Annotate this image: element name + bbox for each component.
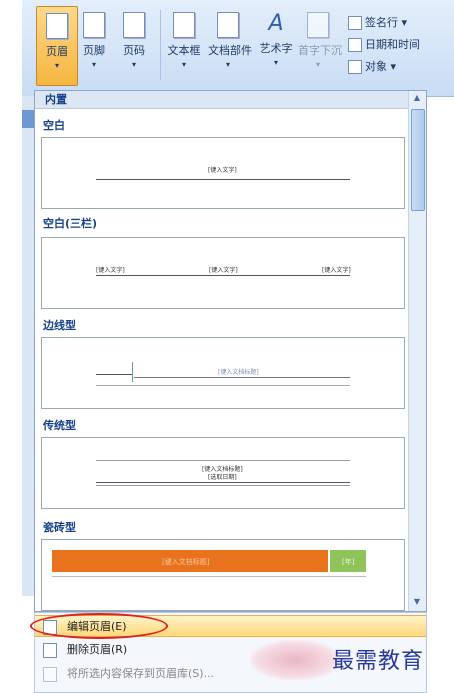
chevron-down-icon: ▾ [181, 60, 186, 69]
textbox-button[interactable]: 文本框 ▾ [164, 6, 204, 84]
object-button[interactable]: 对象 ▾ [348, 58, 396, 76]
wordart-button-label: 艺术字 [259, 42, 293, 55]
quick-parts-button-label: 文档部件 [208, 44, 252, 57]
signature-line-label: 签名行 ▾ [365, 16, 408, 29]
textbox-button-label: 文本框 [167, 44, 201, 57]
header-rule [96, 385, 350, 386]
save-to-gallery-icon [43, 667, 57, 682]
placeholder-text: [键入文档标题] [162, 558, 210, 566]
template-sideline[interactable]: [键入文档标题] [41, 337, 405, 409]
ribbon: 页眉 ▾ 页脚 ▾ 页码 ▾ 文本框 ▾ 文档部件 ▾ A 艺术字 ▾ 首字下沉… [22, 0, 454, 97]
footer-button[interactable]: 页脚 ▾ [74, 6, 114, 84]
template-blank-three-column[interactable]: [键入文字] [键入文字] [键入文字] [41, 237, 405, 309]
calendar-icon [348, 38, 362, 52]
header-rule [96, 482, 350, 483]
placeholder-text: [键入文字] [96, 267, 125, 274]
header-button-label: 页眉 [46, 45, 68, 58]
placeholder-text: [年] [342, 558, 355, 566]
header-rule [96, 460, 350, 461]
footer-button-label: 页脚 [83, 44, 105, 57]
signature-icon [348, 16, 362, 30]
signature-line-button[interactable]: 签名行 ▾ [348, 14, 407, 32]
drop-cap-button[interactable]: 首字下沉 ▾ [298, 6, 342, 84]
gallery-scrollbar[interactable]: ▲ ▼ [408, 91, 426, 611]
page-number-button[interactable]: 页码 ▾ [114, 6, 154, 84]
header-rule [134, 377, 350, 378]
chevron-down-icon: ▾ [225, 60, 230, 69]
template-blank[interactable]: [键入文字] [41, 137, 405, 209]
watermark-text: 最需教育 [332, 649, 425, 674]
header-icon [46, 13, 68, 39]
remove-header-icon [43, 643, 57, 658]
decorative-blur [250, 640, 340, 680]
quick-parts-button[interactable]: 文档部件 ▾ [208, 6, 252, 84]
section-title-traditional: 传统型 [43, 419, 76, 432]
scroll-thumb[interactable] [411, 109, 425, 211]
header-button[interactable]: 页眉 ▾ [36, 6, 78, 86]
header-rule [96, 275, 350, 276]
wordart-button[interactable]: A 艺术字 ▾ [256, 6, 296, 84]
wordart-icon: A [268, 11, 284, 36]
sideline-bar [132, 362, 133, 382]
section-title-blank: 空白 [43, 119, 65, 132]
document-marker [22, 110, 34, 128]
placeholder-text: [键入文字] [209, 267, 238, 274]
drop-cap-button-label: 首字下沉 [298, 44, 342, 57]
tile-year-block: [年] [330, 550, 366, 572]
section-title-tiles: 瓷砖型 [43, 521, 76, 534]
sideline-rule [96, 374, 132, 375]
drop-cap-icon [307, 12, 329, 38]
header-gallery-panel: 内置 空白 [键入文字] 空白(三栏) [键入文字] [键入文字] [键入文字]… [34, 90, 427, 612]
template-traditional[interactable]: [键入文档标题] [选取日期] [41, 437, 405, 509]
header-rule [96, 485, 350, 486]
highlight-oval [30, 613, 168, 639]
placeholder-text: [键入文字] [208, 167, 237, 174]
section-title-sideline: 边线型 [43, 319, 76, 332]
document-left-edge [22, 96, 34, 596]
tile-title-block: [键入文档标题] [52, 550, 328, 572]
header-rule [52, 576, 366, 577]
footer-icon [83, 12, 105, 38]
date-time-label: 日期和时间 [365, 38, 420, 51]
ribbon-separator [160, 10, 161, 80]
header-rule [96, 179, 350, 180]
section-title-blank-three-column: 空白(三栏) [43, 217, 98, 230]
chevron-down-icon: ▾ [131, 60, 136, 69]
chevron-down-icon: ▾ [54, 61, 59, 70]
save-to-gallery-label: 将所选内容保存到页眉库(S)... [67, 667, 215, 680]
builtin-heading: 内置 [35, 91, 408, 109]
page-number-button-label: 页码 [123, 44, 145, 57]
scroll-up-icon[interactable]: ▲ [411, 93, 423, 102]
page-number-icon [123, 12, 145, 38]
placeholder-text: [键入文档标题] [218, 369, 259, 376]
quick-parts-icon [217, 12, 239, 38]
object-icon [348, 60, 362, 74]
object-label: 对象 ▾ [365, 60, 397, 73]
placeholder-text: [键入文字] [322, 267, 351, 274]
template-tiles[interactable]: [键入文档标题] [年] [41, 539, 405, 611]
placeholder-text: [选取日期] [208, 474, 237, 481]
chevron-down-icon: ▾ [315, 60, 320, 69]
remove-header-label: 删除页眉(R) [67, 643, 128, 656]
scroll-down-icon[interactable]: ▼ [411, 597, 423, 606]
chevron-down-icon: ▾ [91, 60, 96, 69]
textbox-icon [173, 12, 195, 38]
date-time-button[interactable]: 日期和时间 [348, 36, 420, 54]
chevron-down-icon: ▾ [273, 58, 278, 67]
